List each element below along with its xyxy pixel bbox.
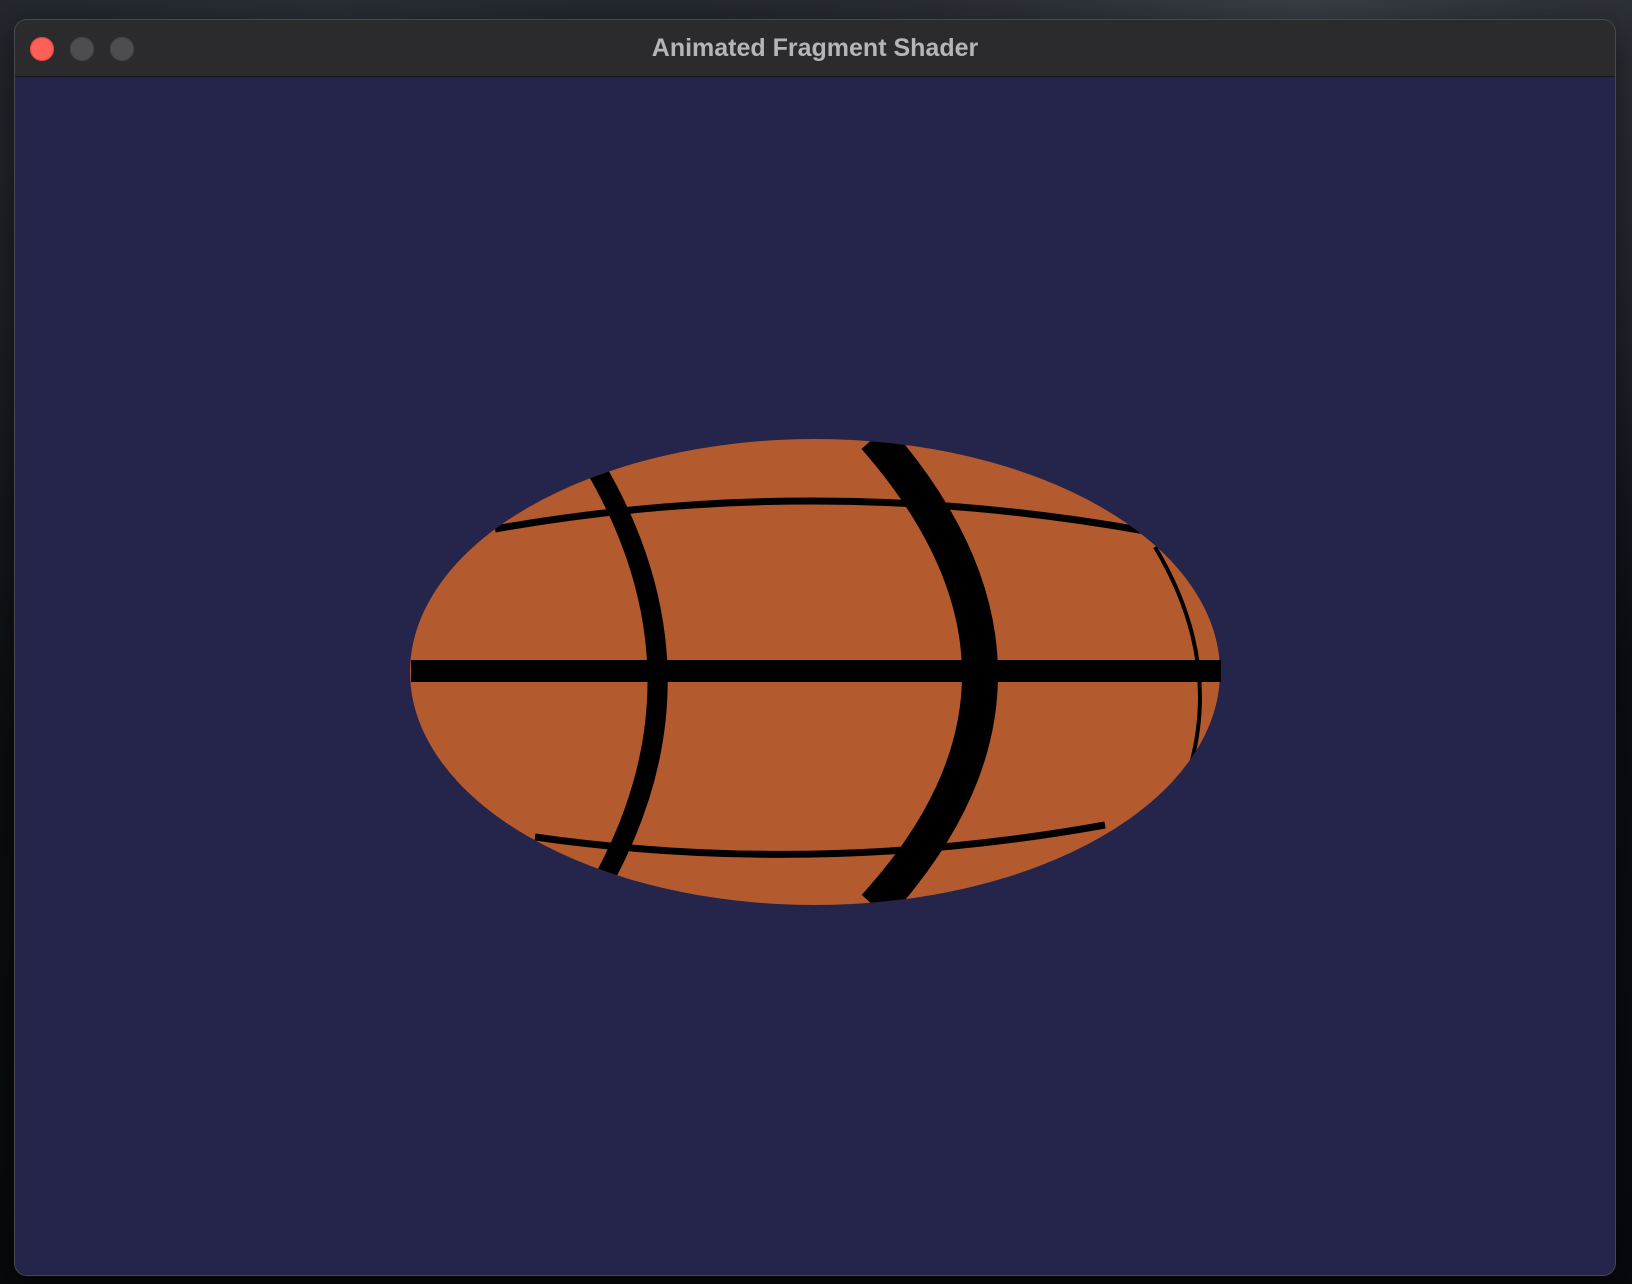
title-bar[interactable]: Animated Fragment Shader: [15, 20, 1615, 77]
app-window: Animated Fragment Shader: [15, 20, 1615, 1275]
window-title: Animated Fragment Shader: [651, 34, 979, 62]
seam-equator: [411, 660, 1221, 682]
shader-canvas[interactable]: [15, 77, 1615, 1275]
shader-render: [410, 439, 1221, 905]
